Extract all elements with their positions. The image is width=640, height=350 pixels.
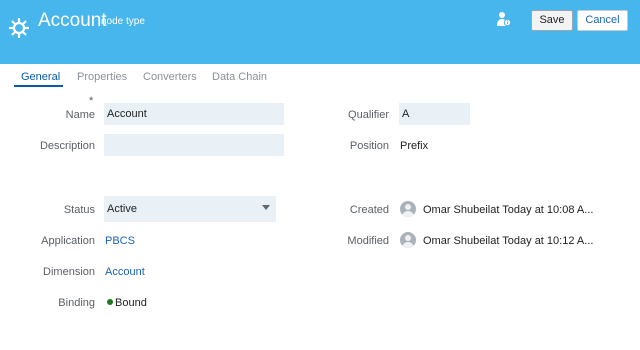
binding-label: Binding (58, 297, 95, 309)
tab-converters[interactable]: Converters (143, 70, 197, 84)
active-tab-indicator (14, 85, 63, 87)
user-info-icon[interactable] (497, 11, 511, 27)
qualifier-label: Qualifier (348, 109, 389, 121)
header-bar: Account node type Save Cancel (0, 0, 640, 64)
required-marker: * (89, 95, 94, 107)
page-title: Account (38, 10, 107, 31)
created-label: Created (349, 204, 389, 216)
binding-value: Bound (115, 297, 147, 309)
created-by-avatar (400, 201, 416, 217)
dimension-link[interactable]: Account (105, 265, 145, 279)
modified-value: Omar Shubeilat Today at 10:12 A... (423, 235, 594, 247)
tab-general[interactable]: General (21, 70, 60, 84)
tab-properties[interactable]: Properties (77, 70, 127, 84)
created-value: Omar Shubeilat Today at 10:08 A... (423, 204, 594, 216)
page-subtitle: node type (101, 16, 145, 27)
name-field[interactable]: Account (104, 103, 284, 125)
modified-label: Modified (347, 235, 389, 247)
status-label: Status (63, 204, 95, 216)
modified-by-avatar (400, 232, 416, 248)
description-field[interactable] (104, 134, 284, 156)
name-label: Name (65, 109, 95, 121)
cancel-button[interactable]: Cancel (577, 10, 628, 31)
position-value: Prefix (400, 140, 429, 152)
chevron-down-icon (262, 205, 270, 210)
status-select[interactable]: Active (104, 196, 276, 222)
application-link[interactable]: PBCS (105, 234, 135, 248)
save-button[interactable]: Save (531, 10, 573, 31)
position-label: Position (349, 140, 389, 152)
bound-status-dot (107, 299, 113, 305)
status-select-value: Active (107, 203, 137, 215)
description-label: Description (39, 140, 95, 152)
tab-data-chain[interactable]: Data Chain (212, 70, 267, 84)
qualifier-field[interactable]: A (399, 103, 470, 125)
application-label: Application (41, 235, 95, 247)
gear-icon (9, 18, 29, 38)
dimension-label: Dimension (43, 266, 95, 278)
